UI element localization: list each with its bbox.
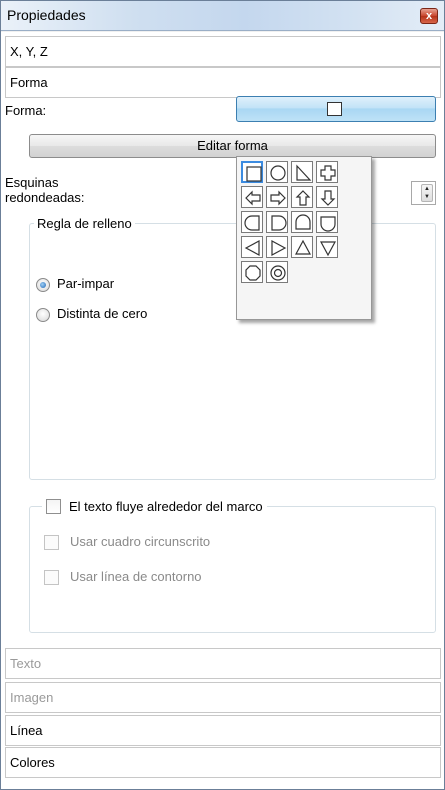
- radio-even-odd[interactable]: [36, 278, 50, 292]
- even-odd-label[interactable]: Par-impar: [57, 276, 114, 291]
- triangle-down-icon[interactable]: [316, 236, 338, 258]
- arrow-up-icon[interactable]: [291, 186, 313, 208]
- ellipse-icon[interactable]: [266, 161, 288, 183]
- text-flow-checkbox[interactable]: [46, 499, 61, 515]
- contour-line-label: Usar línea de contorno: [70, 569, 202, 584]
- cross-icon[interactable]: [316, 161, 338, 183]
- half-round-bottom-icon[interactable]: [316, 211, 338, 233]
- close-icon: x: [425, 10, 433, 22]
- section-line[interactable]: Línea: [5, 715, 441, 746]
- bounding-box-label: Usar cuadro circunscrito: [70, 534, 211, 549]
- properties-content: X, Y, Z Forma Forma: Editar forma Esquin…: [1, 32, 444, 789]
- bounding-box-checkbox[interactable]: [44, 535, 59, 550]
- ring-icon[interactable]: [266, 261, 288, 283]
- triangle-up-icon[interactable]: [291, 236, 313, 258]
- rectangle-preview-icon: [327, 102, 342, 116]
- octagon-icon[interactable]: [241, 261, 263, 283]
- triangle-right-icon[interactable]: [266, 236, 288, 258]
- close-button[interactable]: x: [420, 8, 438, 24]
- right-triangle-icon[interactable]: [291, 161, 313, 183]
- radio-nonzero[interactable]: [36, 308, 50, 322]
- fill-rule-group: Regla de relleno: [29, 216, 436, 480]
- contour-line-checkbox[interactable]: [44, 570, 59, 585]
- arrow-down-icon[interactable]: [316, 186, 338, 208]
- rounded-corners-label-line1: Esquinas: [5, 175, 59, 190]
- arrow-right-icon[interactable]: [266, 186, 288, 208]
- shape-dropdown-button[interactable]: [236, 96, 436, 122]
- section-xyz[interactable]: X, Y, Z: [5, 36, 441, 67]
- fill-rule-legend: Regla de relleno: [37, 216, 132, 231]
- rounded-corners-label-line2: redondeadas:: [5, 190, 85, 205]
- rectangle-icon[interactable]: [241, 161, 263, 183]
- text-flow-label[interactable]: El texto fluye alrededor del marco: [69, 499, 263, 514]
- spinner-arrows-icon[interactable]: ▲ ▼: [421, 184, 433, 202]
- half-round-right-icon[interactable]: [266, 211, 288, 233]
- section-colors[interactable]: Colores: [5, 747, 441, 778]
- half-round-top-icon[interactable]: [291, 211, 313, 233]
- nonzero-label[interactable]: Distinta de cero: [57, 306, 147, 321]
- rounded-corners-spinner[interactable]: ▲ ▼: [411, 181, 436, 205]
- shape-palette-popup: [236, 156, 372, 320]
- text-flow-group: El texto fluye alrededor del marco: [29, 498, 436, 633]
- section-shape[interactable]: Forma: [5, 67, 441, 98]
- section-text[interactable]: Texto: [5, 648, 441, 679]
- title-bar[interactable]: Propiedades x: [1, 1, 444, 31]
- edit-shape-button[interactable]: Editar forma: [29, 134, 436, 158]
- half-round-left-icon[interactable]: [241, 211, 263, 233]
- shape-label: Forma:: [5, 103, 47, 118]
- rounded-corners-label: Esquinas redondeadas:: [5, 175, 85, 205]
- properties-window: Propiedades x X, Y, Z Forma Forma: Edita…: [0, 0, 445, 790]
- triangle-left-icon[interactable]: [241, 236, 263, 258]
- text-flow-legend: El texto fluye alrededor del marco: [42, 498, 267, 515]
- arrow-left-icon[interactable]: [241, 186, 263, 208]
- section-image[interactable]: Imagen: [5, 682, 441, 713]
- window-title: Propiedades: [7, 7, 86, 23]
